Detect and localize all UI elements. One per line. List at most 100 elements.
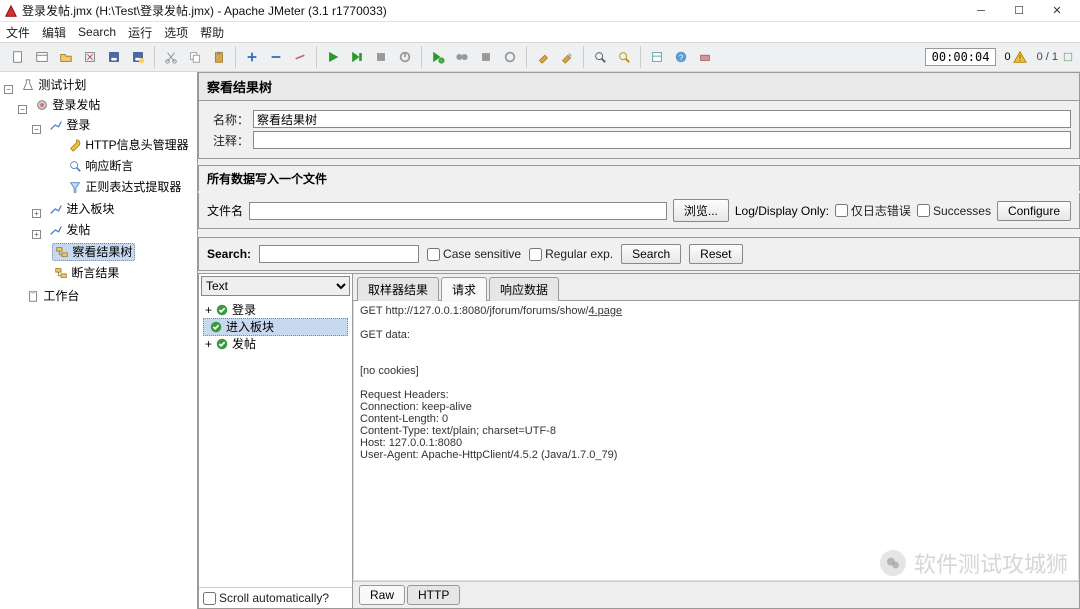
tree-toggle[interactable]: −: [4, 85, 13, 94]
sample-label: 进入板块: [226, 319, 274, 335]
tree-post[interactable]: 发帖: [47, 222, 92, 238]
tree-http-header[interactable]: HTTP信息头管理器: [66, 137, 190, 153]
tree-toggle[interactable]: −: [32, 125, 41, 134]
reset-search-icon[interactable]: [613, 46, 635, 68]
clipboard-icon: [26, 289, 40, 303]
comment-input[interactable]: [253, 131, 1071, 149]
tree-spacer: [46, 185, 60, 194]
expand-icon[interactable]: [241, 46, 263, 68]
stop-icon[interactable]: [370, 46, 392, 68]
clear-icon[interactable]: [532, 46, 554, 68]
regex-checkbox[interactable]: Regular exp.: [529, 247, 613, 261]
scroll-auto-row: Scroll automatically?: [199, 587, 352, 608]
configure-button[interactable]: Configure: [997, 201, 1071, 221]
renderer-combo[interactable]: Text: [201, 276, 350, 296]
search-input[interactable]: [259, 245, 419, 263]
search-button[interactable]: Search: [621, 244, 681, 264]
remote-stop-icon[interactable]: [475, 46, 497, 68]
tree-test-plan[interactable]: 测试计划: [19, 77, 88, 93]
scroll-auto-checkbox[interactable]: Scroll automatically?: [203, 591, 348, 605]
tab-request[interactable]: 请求: [441, 277, 487, 301]
request-url: GET http://127.0.0.1:8080/jforum/forums/…: [360, 305, 588, 317]
header-line: Content-Type: text/plain; charset=UTF-8: [360, 425, 556, 437]
tree-thread-group[interactable]: 登录发帖: [33, 97, 102, 113]
test-plan-tree[interactable]: − 测试计划 − 登录发帖: [0, 72, 198, 609]
menu-help[interactable]: 帮助: [200, 24, 224, 41]
paste-icon[interactable]: [208, 46, 230, 68]
tree-toggle[interactable]: −: [18, 105, 27, 114]
maximize-button[interactable]: ☐: [1000, 0, 1038, 22]
sample-tree[interactable]: + 登录 进入板块 + 发帖: [199, 298, 352, 587]
collapse-icon[interactable]: [265, 46, 287, 68]
templates-icon[interactable]: [31, 46, 53, 68]
warning-badge[interactable]: 0 !: [1004, 50, 1026, 64]
tree-regex-extractor[interactable]: 正则表达式提取器: [66, 179, 183, 195]
close-button[interactable]: ✕: [1038, 0, 1076, 22]
menu-options[interactable]: 选项: [164, 24, 188, 41]
menu-run[interactable]: 运行: [128, 24, 152, 41]
sample-login[interactable]: + 登录: [203, 302, 348, 318]
shutdown-icon[interactable]: [394, 46, 416, 68]
tree-enter-forum[interactable]: 进入板块: [47, 201, 116, 217]
tab-raw[interactable]: Raw: [359, 585, 405, 605]
help-icon[interactable]: ?: [670, 46, 692, 68]
toolbar-separator: [316, 46, 317, 68]
tree-login-sampler[interactable]: 登录: [47, 117, 92, 133]
get-data-label: GET data:: [360, 329, 410, 341]
results-right: 取样器结果 请求 响应数据 GET http://127.0.0.1:8080/…: [353, 273, 1080, 609]
start-icon[interactable]: [322, 46, 344, 68]
browse-button[interactable]: 浏览...: [673, 199, 729, 222]
menu-search[interactable]: Search: [78, 25, 116, 39]
thread-count: 0 / 1: [1037, 51, 1074, 63]
tree-label: 正则表达式提取器: [85, 179, 181, 195]
cut-icon[interactable]: [160, 46, 182, 68]
tab-sampler-result[interactable]: 取样器结果: [357, 277, 439, 301]
remote-shutdown-icon[interactable]: [499, 46, 521, 68]
sample-post[interactable]: + 发帖: [203, 336, 348, 352]
tree-label: 察看结果树: [72, 244, 132, 260]
search-icon[interactable]: [589, 46, 611, 68]
heap-icon[interactable]: [694, 46, 716, 68]
new-icon[interactable]: [7, 46, 29, 68]
tree-toggle[interactable]: +: [32, 209, 41, 218]
tree-toggle[interactable]: +: [205, 302, 212, 318]
start-remote-icon[interactable]: [427, 46, 449, 68]
results-left: Text + 登录 进入板块 +: [198, 273, 353, 609]
remote-start-all-icon[interactable]: [451, 46, 473, 68]
tree-label: 工作台: [43, 288, 79, 304]
success-icon: [215, 337, 229, 351]
errors-only-checkbox[interactable]: 仅日志错误: [835, 202, 911, 219]
copy-icon[interactable]: [184, 46, 206, 68]
filename-input[interactable]: [249, 202, 667, 220]
request-body[interactable]: GET http://127.0.0.1:8080/jforum/forums/…: [353, 301, 1079, 581]
clear-all-icon[interactable]: [556, 46, 578, 68]
tree-toggle[interactable]: +: [32, 230, 41, 239]
save-as-icon[interactable]: [127, 46, 149, 68]
open-icon[interactable]: [55, 46, 77, 68]
tree-toggle[interactable]: +: [205, 336, 212, 352]
menu-file[interactable]: 文件: [6, 24, 30, 41]
tree-assertion-results[interactable]: 断言结果: [52, 265, 121, 281]
successes-checkbox[interactable]: Successes: [917, 204, 991, 218]
start-no-pause-icon[interactable]: [346, 46, 368, 68]
tab-http[interactable]: HTTP: [407, 585, 460, 605]
close-icon[interactable]: [79, 46, 101, 68]
svg-text:!: !: [1019, 54, 1021, 63]
tree-response-assertion[interactable]: 响应断言: [66, 158, 135, 174]
name-input[interactable]: [253, 110, 1071, 128]
tab-response[interactable]: 响应数据: [489, 277, 559, 301]
sampler-icon: [49, 118, 63, 132]
tree-view-results[interactable]: 察看结果树: [52, 243, 135, 261]
reset-button[interactable]: Reset: [689, 244, 742, 264]
save-icon[interactable]: [103, 46, 125, 68]
function-helper-icon[interactable]: [646, 46, 668, 68]
menu-edit[interactable]: 编辑: [42, 24, 66, 41]
minimize-button[interactable]: ─: [962, 0, 1000, 22]
sample-enter-forum[interactable]: 进入板块: [203, 318, 348, 336]
case-sensitive-checkbox[interactable]: Case sensitive: [427, 247, 521, 261]
toolbar-separator: [583, 46, 584, 68]
regex-label: Regular exp.: [545, 247, 613, 261]
toggle-icon[interactable]: [289, 46, 311, 68]
header-line: Content-Length: 0: [360, 413, 448, 425]
tree-workbench[interactable]: 工作台: [24, 288, 81, 304]
